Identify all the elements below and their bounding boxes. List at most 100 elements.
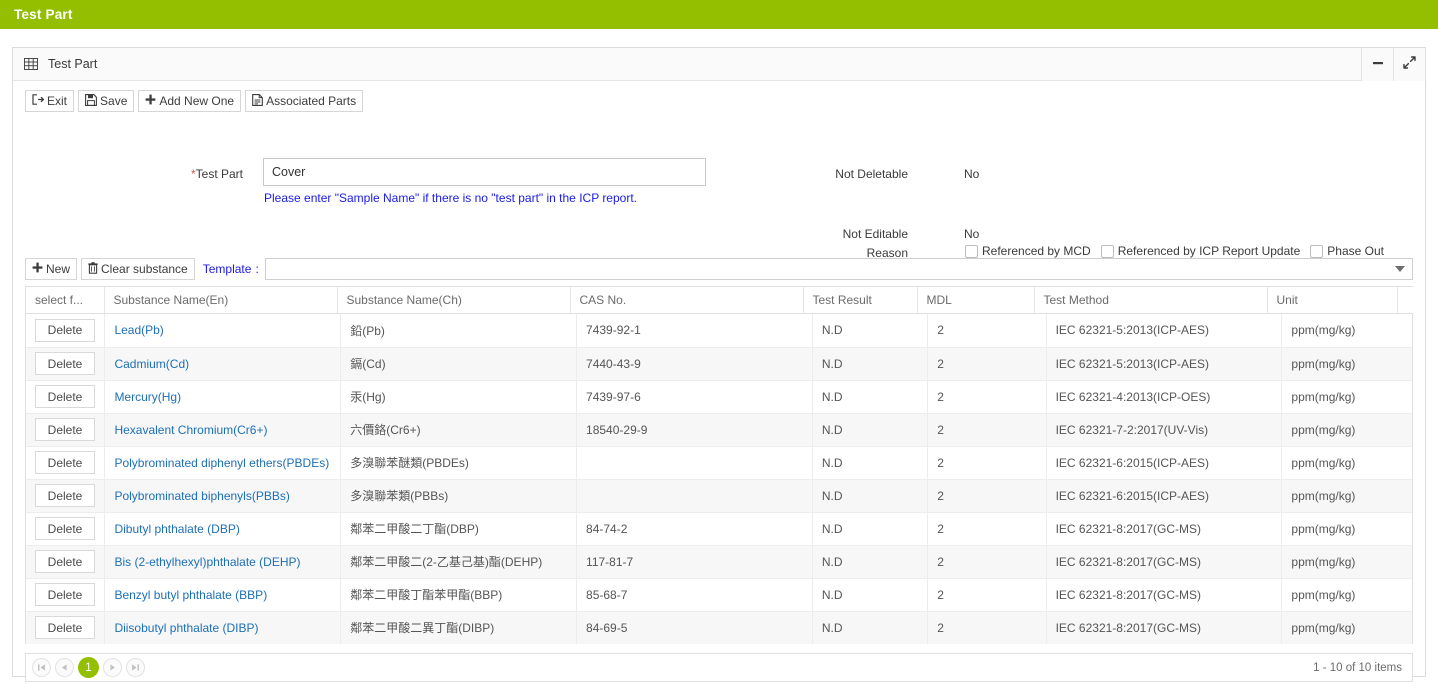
pager-page-1[interactable]: 1 xyxy=(78,657,99,678)
reason-option-phase-out[interactable]: Phase Out xyxy=(1310,244,1384,258)
delete-row-button[interactable]: Delete xyxy=(35,616,95,639)
substance-link[interactable]: Dibutyl phthalate (DBP) xyxy=(114,522,239,536)
column-header-scroll-spacer xyxy=(1397,287,1414,314)
pager-next-button[interactable] xyxy=(103,658,122,677)
table-row[interactable]: Delete Bis (2-ethylhexyl)phthalate (DEHP)… xyxy=(26,545,1412,579)
delete-row-button[interactable]: Delete xyxy=(35,418,95,441)
app-title: Test Part xyxy=(14,7,73,22)
exit-button[interactable]: Exit xyxy=(25,90,75,112)
substance-link[interactable]: Hexavalent Chromium(Cr6+) xyxy=(114,423,267,437)
substance-link[interactable]: Cadmium(Cd) xyxy=(114,357,189,371)
template-dropdown[interactable] xyxy=(264,258,1413,280)
checkbox-referenced-by-icp-report-update[interactable] xyxy=(1100,244,1114,258)
cell-cas-no xyxy=(576,479,813,513)
table-row[interactable]: Delete Mercury(Hg) 汞(Hg) 7439-97-6 N.D 2 IEC 6… xyxy=(26,380,1412,414)
cell-action: Delete xyxy=(26,611,106,644)
cell-action: Delete xyxy=(26,347,106,381)
save-label: Save xyxy=(100,94,128,108)
clear-substance-button[interactable]: Clear substance xyxy=(81,258,195,280)
cell-action: Delete xyxy=(26,479,106,513)
table-row[interactable]: Delete Diisobutyl phthalate (DIBP) 鄰苯二甲酸二異… xyxy=(26,611,1412,644)
expand-icon xyxy=(1403,56,1416,72)
delete-row-button[interactable]: Delete xyxy=(35,385,95,408)
save-button[interactable]: Save xyxy=(78,90,135,112)
column-header-substance-name-ch[interactable]: Substance Name(Ch) xyxy=(337,287,571,314)
cell-test-result: N.D xyxy=(812,545,929,579)
delete-row-button[interactable]: Delete xyxy=(35,550,95,573)
column-header-select[interactable]: select f... xyxy=(26,287,105,314)
reason-option-referenced-by-icp-report-update[interactable]: Referenced by ICP Report Update xyxy=(1100,244,1301,258)
column-header-unit[interactable]: Unit xyxy=(1267,287,1398,314)
cell-test-method: IEC 62321-8:2017(GC-MS) xyxy=(1046,578,1283,612)
table-row[interactable]: Delete Polybrominated biphenyls(PBBs) 多溴聯苯… xyxy=(26,479,1412,513)
table-row[interactable]: Delete Polybrominated diphenyl ethers(PBD… xyxy=(26,446,1412,480)
cell-action: Delete xyxy=(26,380,106,414)
substance-link[interactable]: Polybrominated diphenyl ethers(PBDEs) xyxy=(114,456,329,470)
delete-row-button[interactable]: Delete xyxy=(35,583,95,606)
cell-mdl: 2 xyxy=(927,545,1047,579)
document-icon xyxy=(252,93,263,109)
save-icon xyxy=(85,93,97,109)
cell-substance-name-en: Polybrominated biphenyls(PBBs) xyxy=(104,479,342,513)
delete-row-button[interactable]: Delete xyxy=(35,451,95,474)
column-header-test-result[interactable]: Test Result xyxy=(803,287,918,314)
delete-row-button[interactable]: Delete xyxy=(35,484,95,507)
expand-button[interactable] xyxy=(1393,47,1425,81)
table-row[interactable]: Delete Dibutyl phthalate (DBP) 鄰苯二甲酸二丁酯(DB… xyxy=(26,512,1412,546)
table-row[interactable]: Delete Benzyl butyl phthalate (BBP) 鄰苯二甲酸丁… xyxy=(26,578,1412,612)
pager-first-button[interactable] xyxy=(32,658,51,677)
test-part-hint: Please enter "Sample Name" if there is n… xyxy=(264,191,637,205)
cell-cas-no: 18540-29-9 xyxy=(576,413,813,447)
column-header-substance-name-en[interactable]: Substance Name(En) xyxy=(104,287,338,314)
cell-cas-no: 7439-92-1 xyxy=(576,314,813,348)
not-editable-value: No xyxy=(964,227,980,241)
substance-link[interactable]: Lead(Pb) xyxy=(114,323,163,337)
cell-test-result: N.D xyxy=(812,578,929,612)
associated-parts-button[interactable]: Associated Parts xyxy=(245,90,364,112)
substance-link[interactable]: Benzyl butyl phthalate (BBP) xyxy=(114,588,267,602)
cell-action: Delete xyxy=(26,413,106,447)
associated-parts-label: Associated Parts xyxy=(266,94,357,108)
reason-option-label: Referenced by ICP Report Update xyxy=(1117,244,1301,258)
cell-test-method: IEC 62321-8:2017(GC-MS) xyxy=(1046,545,1283,579)
reason-option-referenced-by-mcd[interactable]: Referenced by MCD xyxy=(965,244,1091,258)
delete-row-button[interactable]: Delete xyxy=(35,318,95,342)
delete-row-button[interactable]: Delete xyxy=(35,517,95,540)
cell-test-method: IEC 62321-6:2015(ICP-AES) xyxy=(1046,446,1283,480)
cell-substance-name-ch: 鉛(Pb) xyxy=(340,314,578,348)
substance-link[interactable]: Diisobutyl phthalate (DIBP) xyxy=(114,621,258,635)
template-label[interactable]: Template xyxy=(203,262,252,276)
cell-test-method: IEC 62321-7-2:2017(UV-Vis) xyxy=(1046,413,1283,447)
substance-link[interactable]: Bis (2-ethylhexyl)phthalate (DEHP) xyxy=(114,555,300,569)
cell-mdl: 2 xyxy=(927,347,1047,381)
cell-substance-name-en: Benzyl butyl phthalate (BBP) xyxy=(104,578,342,612)
substance-link[interactable]: Mercury(Hg) xyxy=(114,390,181,404)
cell-mdl: 2 xyxy=(927,314,1047,348)
substance-link[interactable]: Polybrominated biphenyls(PBBs) xyxy=(114,489,289,503)
pager-prev-button[interactable] xyxy=(55,658,74,677)
column-header-test-method[interactable]: Test Method xyxy=(1034,287,1268,314)
chevron-down-icon xyxy=(1395,266,1405,272)
minimize-button[interactable] xyxy=(1361,47,1393,81)
add-new-one-button[interactable]: Add New One xyxy=(138,90,242,112)
table-row[interactable]: Delete Cadmium(Cd) 鎘(Cd) 7440-43-9 N.D 2 IEC 6… xyxy=(26,347,1412,381)
checkbox-phase-out[interactable] xyxy=(1310,244,1324,258)
grid-pager: 1 1 - 10 of 10 items xyxy=(25,653,1413,682)
column-header-cas-no[interactable]: CAS No. xyxy=(570,287,804,314)
cell-test-result: N.D xyxy=(812,380,929,414)
grid-body-scroll[interactable]: Delete Lead(Pb) 鉛(Pb) 7439-92-1 N.D 2 IEC 6232… xyxy=(26,314,1412,644)
cell-test-result: N.D xyxy=(812,512,929,546)
column-header-mdl[interactable]: MDL xyxy=(917,287,1035,314)
table-row[interactable]: Delete Lead(Pb) 鉛(Pb) 7439-92-1 N.D 2 IEC 6232… xyxy=(26,314,1412,348)
delete-row-button[interactable]: Delete xyxy=(35,352,95,375)
pager-last-button[interactable] xyxy=(126,658,145,677)
cell-substance-name-ch: 鄰苯二甲酸二異丁酯(DIBP) xyxy=(340,611,578,644)
cell-substance-name-en: Mercury(Hg) xyxy=(104,380,342,414)
substance-grid-toolbar: New Clear substance Template : xyxy=(25,258,1413,280)
cell-mdl: 2 xyxy=(927,446,1047,480)
checkbox-referenced-by-mcd[interactable] xyxy=(965,244,978,258)
cell-substance-name-ch: 鄰苯二甲酸丁酯苯甲酯(BBP) xyxy=(340,578,578,612)
new-substance-button[interactable]: New xyxy=(25,258,78,280)
table-row[interactable]: Delete Hexavalent Chromium(Cr6+) 六價鉻(Cr6+)… xyxy=(26,413,1412,447)
test-part-input[interactable] xyxy=(263,158,706,186)
